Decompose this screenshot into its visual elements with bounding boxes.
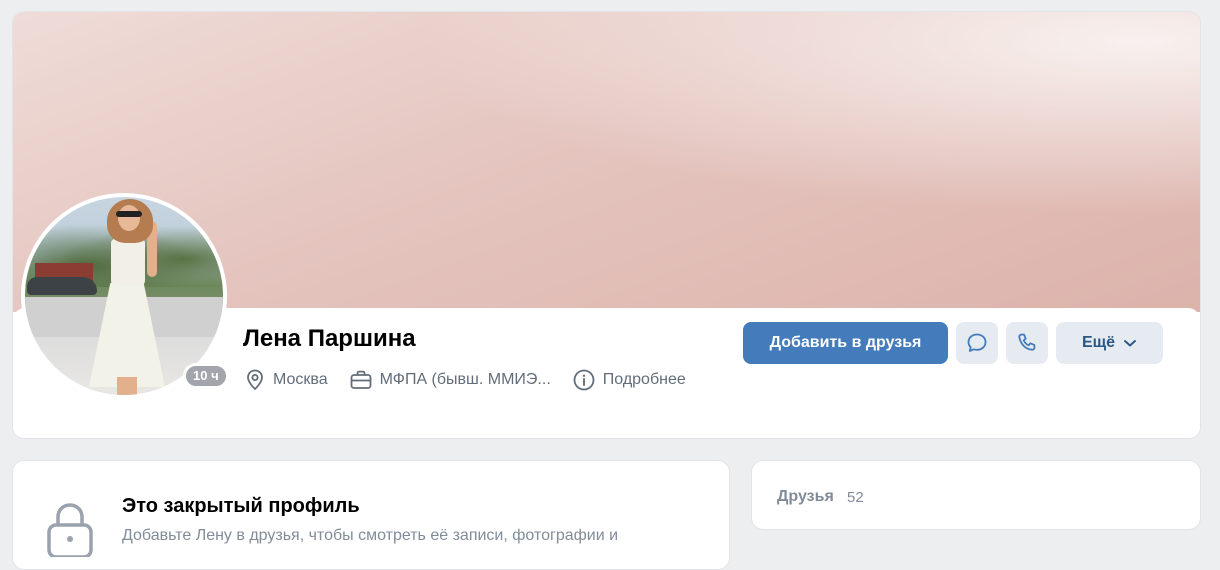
briefcase-icon	[350, 370, 372, 389]
friends-card[interactable]: Друзья 52	[751, 460, 1201, 530]
message-button[interactable]	[956, 322, 998, 364]
work-item[interactable]: МФПА (бывш. ММИЭ...	[350, 370, 551, 390]
closed-profile-card: Это закрытый профиль Добавьте Лену в дру…	[12, 460, 730, 570]
location-text: Москва	[273, 371, 328, 388]
profile-meta-row: Москва МФПА (бывш. ММИЭ... Подробнее	[245, 368, 708, 392]
closed-profile-title: Это закрытый профиль	[122, 495, 360, 517]
work-text: МФПА (бывш. ММИЭ...	[379, 371, 551, 388]
profile-actions: Добавить в друзья Ещё	[743, 322, 1163, 364]
more-actions-button[interactable]: Ещё	[1056, 322, 1163, 364]
friends-count: 52	[847, 489, 864, 506]
location-item: Москва	[245, 369, 328, 391]
more-info-text: Подробнее	[602, 371, 686, 388]
phone-icon	[1018, 333, 1036, 351]
more-actions-label: Ещё	[1081, 334, 1116, 351]
friends-label[interactable]: Друзья	[777, 488, 834, 506]
more-info-link[interactable]: Подробнее	[573, 369, 686, 391]
message-icon	[967, 333, 987, 352]
add-friend-button[interactable]: Добавить в друзья	[743, 322, 948, 364]
last-seen-badge: 10 ч	[183, 363, 229, 389]
call-button[interactable]	[1006, 322, 1048, 364]
location-pin-icon	[247, 369, 263, 391]
chevron-down-icon	[1124, 340, 1136, 347]
info-icon	[573, 369, 595, 391]
profile-name: Лена Паршина	[243, 325, 416, 352]
closed-profile-description: Добавьте Лену в друзья, чтобы смотреть е…	[122, 527, 619, 544]
lock-icon	[47, 503, 93, 557]
